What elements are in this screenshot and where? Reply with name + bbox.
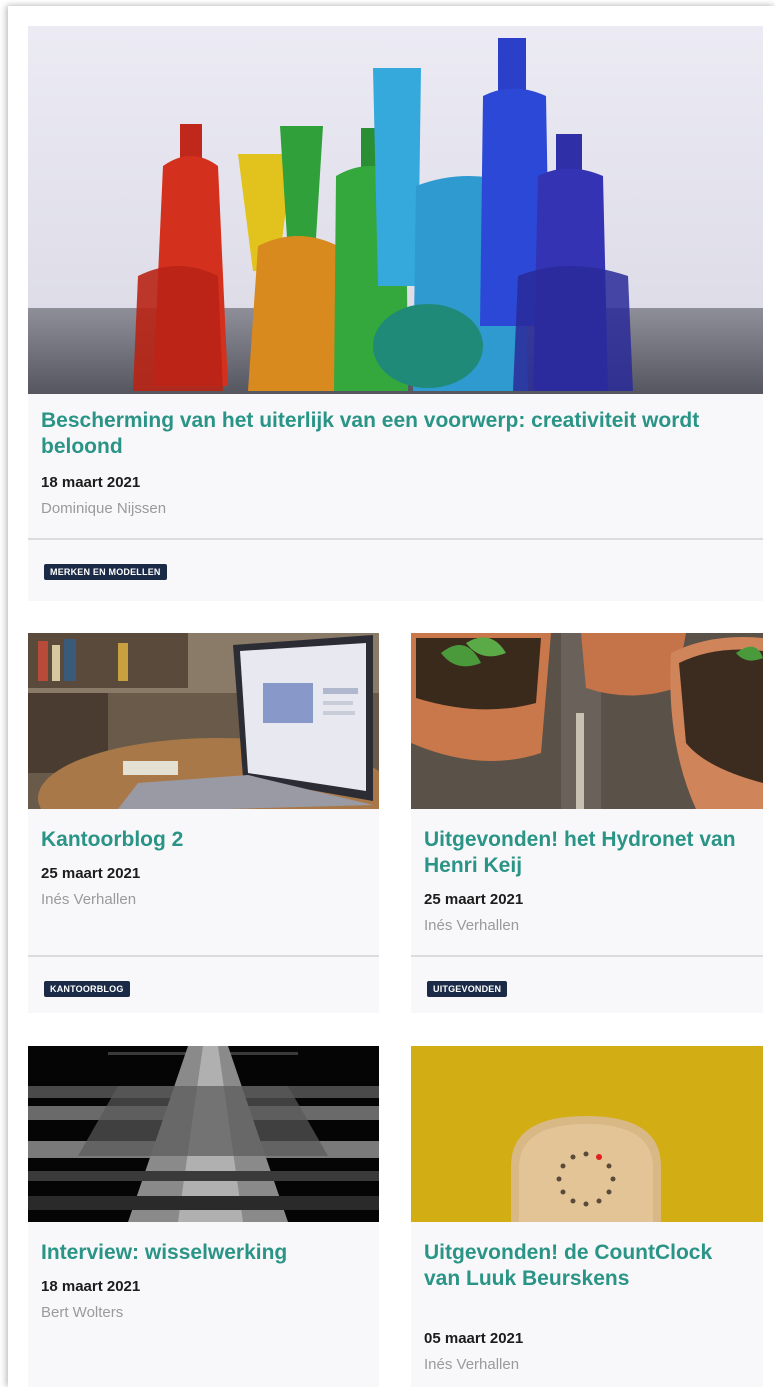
article-title[interactable]: Kantoorblog 2 — [41, 827, 366, 853]
article-date: 25 maart 2021 — [424, 891, 524, 908]
countclock-illustration — [411, 1046, 763, 1222]
article-author: Inés Verhallen — [424, 917, 520, 934]
category-tag[interactable]: KANTOORBLOG — [44, 981, 130, 997]
card-divider — [28, 955, 379, 957]
rail-switch-illustration — [28, 1046, 379, 1222]
article-image-plant-pots[interactable] — [411, 633, 763, 809]
article-image-rail-switch[interactable] — [28, 1046, 379, 1222]
glass-bottles-illustration — [28, 26, 763, 394]
article-image-countclock[interactable] — [411, 1046, 763, 1222]
category-tag[interactable]: MERKEN EN MODELLEN — [44, 564, 167, 580]
article-card[interactable]: Uitgevonden! de CountClock van Luuk Beur… — [411, 1046, 763, 1387]
article-date: 18 maart 2021 — [41, 474, 141, 491]
article-author: Bert Wolters — [41, 1304, 124, 1321]
article-card[interactable]: Kantoorblog 2 25 maart 2021 Inés Verhall… — [28, 633, 379, 1013]
category-tag[interactable]: UITGEVONDEN — [427, 981, 508, 997]
article-list: Bescherming van het uiterlijk van een vo… — [8, 6, 775, 1387]
plant-pots-illustration — [411, 633, 763, 809]
article-image-bottles[interactable] — [28, 26, 763, 394]
article-card-featured[interactable]: Bescherming van het uiterlijk van een vo… — [28, 26, 763, 601]
article-author: Inés Verhallen — [41, 891, 137, 908]
article-date: 25 maart 2021 — [41, 865, 141, 882]
article-date: 18 maart 2021 — [41, 1278, 141, 1295]
article-title[interactable]: Interview: wisselwerking — [41, 1240, 366, 1266]
article-card[interactable]: Uitgevonden! het Hydronet van Henri Keij… — [411, 633, 763, 1013]
article-date: 05 maart 2021 — [424, 1330, 524, 1347]
article-image-laptop[interactable] — [28, 633, 379, 809]
laptop-illustration — [28, 633, 379, 809]
article-author: Inés Verhallen — [424, 1356, 520, 1373]
article-title[interactable]: Bescherming van het uiterlijk van een vo… — [41, 408, 741, 460]
card-divider — [411, 955, 763, 957]
card-divider — [28, 538, 763, 540]
article-author: Dominique Nijssen — [41, 500, 167, 517]
article-card[interactable]: Interview: wisselwerking 18 maart 2021 B… — [28, 1046, 379, 1387]
article-title[interactable]: Uitgevonden! het Hydronet van Henri Keij — [424, 827, 754, 879]
article-title[interactable]: Uitgevonden! de CountClock van Luuk Beur… — [424, 1240, 754, 1292]
